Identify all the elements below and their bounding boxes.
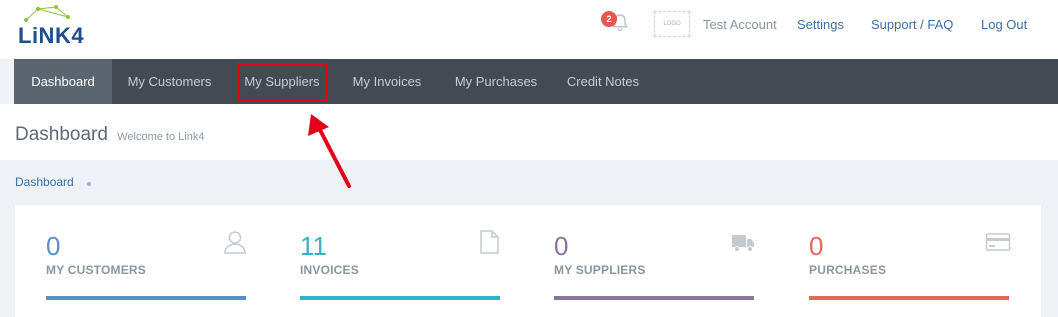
stat-bar [554,296,754,300]
nav-my-purchases[interactable]: My Purchases [446,59,546,104]
stat-my-suppliers[interactable]: 0 MY SUPPLIERS [554,205,754,317]
breadcrumb-dashboard[interactable]: Dashboard [15,175,74,189]
account-name[interactable]: Test Account [703,17,777,32]
credit-card-icon [985,233,1011,251]
stat-bar [809,296,1009,300]
stat-label: MY CUSTOMERS [46,263,146,277]
support-faq-link[interactable]: Support / FAQ [871,17,953,32]
stat-value: 0 [46,231,61,261]
nav-credit-notes[interactable]: Credit Notes [559,59,647,104]
truck-icon [732,235,754,252]
stats-panel: 0 MY CUSTOMERS 11 INVOICES 0 MY SUPPLIER… [15,205,1041,317]
stat-label: INVOICES [300,263,359,277]
stat-value: 11 [300,231,327,261]
page-title-text: Dashboard [15,124,108,145]
stat-purchases[interactable]: 0 PURCHASES [809,205,1011,317]
nav-dashboard[interactable]: Dashboard [14,59,112,104]
stat-bar [300,296,500,300]
page-title: Dashboard Welcome to Link4 [15,124,204,146]
stat-value: 0 [554,231,569,261]
nav-my-invoices[interactable]: My Invoices [342,59,432,104]
stat-label: PURCHASES [809,263,887,277]
top-header: LiNK4 2 LOGO Test Account Settings Suppo… [0,0,1058,59]
stat-label: MY SUPPLIERS [554,263,646,277]
annotation-arrow-icon [308,114,351,188]
stat-invoices[interactable]: 11 INVOICES [300,205,500,317]
main-nav: Dashboard My Customers My Suppliers My I… [14,59,1058,104]
logo-text: LiNK4 [18,23,85,48]
notification-badge[interactable]: 2 [601,11,617,27]
breadcrumb-separator [87,182,91,186]
account-logo-placeholder: LOGO [654,11,690,37]
user-icon [224,231,246,254]
stat-my-customers[interactable]: 0 MY CUSTOMERS [46,205,246,317]
page-subtitle: Welcome to Link4 [117,131,205,143]
link4-logo[interactable]: LiNK4 [18,5,102,53]
logout-link[interactable]: Log Out [981,17,1027,32]
stat-bar [46,296,246,300]
document-icon [480,230,499,254]
page-header: Dashboard Welcome to Link4 [0,104,1058,160]
stat-value: 0 [809,231,824,261]
nav-my-customers[interactable]: My Customers [112,59,227,104]
settings-link[interactable]: Settings [797,17,844,32]
highlight-box [237,63,328,102]
